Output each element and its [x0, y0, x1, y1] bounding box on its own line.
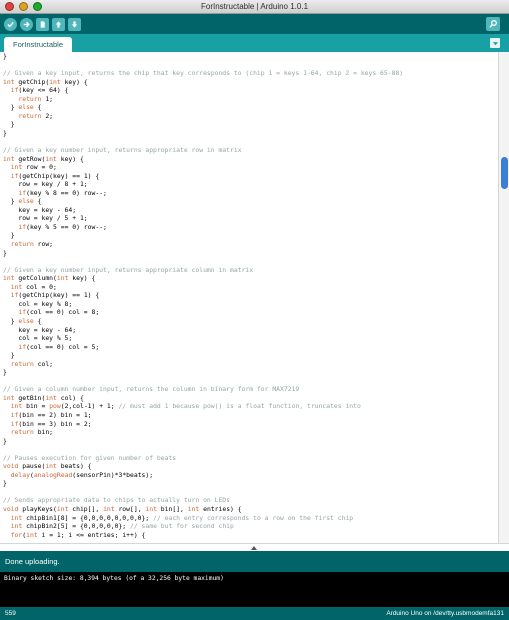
code-line[interactable]: void pause(int beats) {	[3, 462, 498, 471]
code-line[interactable]: int chipBin2[5] = {0,0,0,0,0}; // same b…	[3, 522, 498, 531]
chevron-down-icon	[492, 41, 498, 45]
code-line[interactable]: if(bin == 3) bin = 2;	[3, 420, 498, 429]
code-editor[interactable]: } // Given a key input, returns the chip …	[0, 52, 498, 543]
code-line[interactable]: }	[3, 231, 498, 240]
code-line[interactable]: if(key % 5 == 0) row--;	[3, 223, 498, 232]
code-line[interactable]: int getBin(int col) {	[3, 394, 498, 403]
pane-divider[interactable]	[0, 543, 509, 551]
arrow-right-icon	[23, 21, 30, 27]
upload-button[interactable]	[20, 17, 33, 31]
new-file-icon	[40, 20, 45, 28]
window-title: ForInstructable | Arduino 1.0.1	[200, 2, 309, 11]
code-line[interactable]	[3, 445, 498, 454]
code-line[interactable]: return col;	[3, 360, 498, 369]
code-line[interactable]: } else {	[3, 103, 498, 112]
code-line[interactable]	[3, 61, 498, 70]
code-line[interactable]: return 1;	[3, 95, 498, 104]
code-line[interactable]: int bin = pow(2,col-1) + 1; // must add …	[3, 402, 498, 411]
code-line[interactable]: if(getChip(key) == 1) {	[3, 291, 498, 300]
zoom-window-button[interactable]	[33, 2, 42, 11]
code-line[interactable]: int getChip(int key) {	[3, 78, 498, 87]
code-line[interactable]: }	[3, 249, 498, 258]
code-line[interactable]	[3, 377, 498, 386]
code-line[interactable]: return 2;	[3, 112, 498, 121]
minimize-window-button[interactable]	[19, 2, 28, 11]
line-number: 559	[5, 610, 16, 617]
verify-button[interactable]	[4, 17, 17, 31]
magnifier-icon	[489, 20, 497, 28]
code-line[interactable]: }	[3, 129, 498, 138]
code-line[interactable]: // Given a key number input, returns app…	[3, 146, 498, 155]
console-line: Binary sketch size: 8,394 bytes (of a 32…	[4, 575, 224, 582]
tab-menu-button[interactable]	[490, 38, 500, 48]
code-line[interactable]: // Given a column number input, returns …	[3, 385, 498, 394]
code-line[interactable]: } else {	[3, 317, 498, 326]
code-line[interactable]: if(key <= 64) {	[3, 86, 498, 95]
checkmark-icon	[7, 21, 14, 28]
code-line[interactable]: row = key / 8 + 1;	[3, 180, 498, 189]
status-bar: Done uploading.	[0, 551, 509, 572]
arrow-down-icon	[71, 20, 78, 28]
chevron-up-icon	[251, 546, 257, 550]
code-line[interactable]: }	[3, 120, 498, 129]
code-line[interactable]: }	[3, 479, 498, 488]
code-line[interactable]: if(col == 0) col = 5;	[3, 343, 498, 352]
code-line[interactable]: key = key - 64;	[3, 206, 498, 215]
code-line[interactable]: }	[3, 437, 498, 446]
code-line[interactable]: row = key / 5 + 1;	[3, 214, 498, 223]
footer-bar: 559 Arduino Uno on /dev/tty.usbmodemfa13…	[0, 607, 509, 620]
scrollbar-thumb[interactable]	[501, 157, 508, 189]
new-button[interactable]	[36, 17, 49, 31]
serial-monitor-button[interactable]	[486, 17, 500, 31]
code-line[interactable]: }	[3, 351, 498, 360]
code-line[interactable]: int chipBin1[8] = {0,0,0,0,0,0,0,0}; // …	[3, 514, 498, 523]
code-line[interactable]: void playKeys(int chip[], int row[], int…	[3, 505, 498, 514]
code-line[interactable]: col = key % 5;	[3, 334, 498, 343]
code-line[interactable]: } else {	[3, 197, 498, 206]
code-line[interactable]: key = key - 64;	[3, 326, 498, 335]
code-line[interactable]: int getColumn(int key) {	[3, 274, 498, 283]
code-line[interactable]: // Given a key input, returns the chip t…	[3, 69, 498, 78]
title-bar: ForInstructable | Arduino 1.0.1	[0, 0, 509, 14]
tab-bar: ForInstructable	[0, 34, 509, 52]
arrow-up-icon	[55, 20, 62, 28]
code-line[interactable]: int row = 0;	[3, 163, 498, 172]
code-line[interactable]: }	[3, 52, 498, 61]
board-info: Arduino Uno on /dev/tty.usbmodemfa131	[386, 610, 504, 617]
code-text[interactable]: } // Given a key input, returns the chip …	[3, 52, 498, 539]
code-line[interactable]: // Given a key number input, returns app…	[3, 266, 498, 275]
code-line[interactable]	[3, 488, 498, 497]
code-line[interactable]: int col = 0;	[3, 283, 498, 292]
save-button[interactable]	[68, 17, 81, 31]
code-line[interactable]: int getRow(int key) {	[3, 155, 498, 164]
code-line[interactable]: if(key % 8 == 0) row--;	[3, 189, 498, 198]
code-line[interactable]: if(bin == 2) bin = 1;	[3, 411, 498, 420]
code-line[interactable]: col = key % 8;	[3, 300, 498, 309]
code-line[interactable]: if(getChip(key) == 1) {	[3, 172, 498, 181]
code-line[interactable]: delay(analogRead(sensorPin)*3*beats);	[3, 471, 498, 480]
console-output: Binary sketch size: 8,394 bytes (of a 32…	[0, 572, 509, 607]
code-line[interactable]: if(col == 0) col = 8;	[3, 308, 498, 317]
open-button[interactable]	[52, 17, 65, 31]
code-line[interactable]: }	[3, 368, 498, 377]
code-line[interactable]: // Sends appropriate data to chips to ac…	[3, 496, 498, 505]
close-window-button[interactable]	[5, 2, 14, 11]
code-line[interactable]: return row;	[3, 240, 498, 249]
code-line[interactable]	[3, 257, 498, 266]
toolbar	[0, 14, 509, 34]
code-line[interactable]: for(int i = 1; i <= entries; i++) {	[3, 531, 498, 540]
tab-forinstructable[interactable]: ForInstructable	[4, 37, 72, 52]
editor-scrollbar[interactable]	[498, 52, 509, 543]
window-controls	[5, 2, 42, 11]
code-line[interactable]: // Pauses execution for given number of …	[3, 454, 498, 463]
status-message: Done uploading.	[5, 557, 60, 566]
code-line[interactable]	[3, 137, 498, 146]
code-line[interactable]: return bin;	[3, 428, 498, 437]
